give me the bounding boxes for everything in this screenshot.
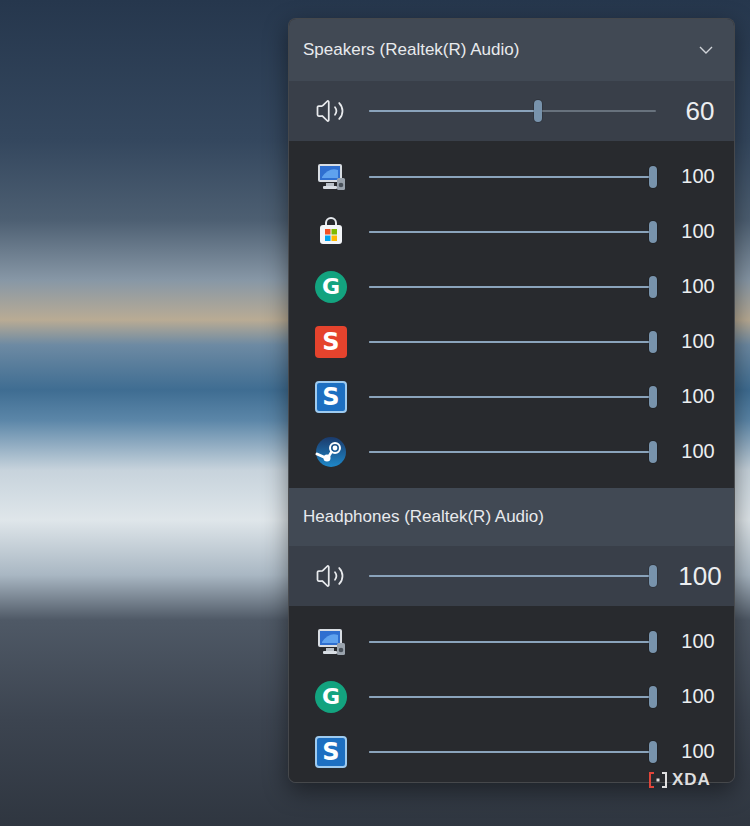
slider-thumb[interactable] [649, 276, 657, 298]
app-volume-slider[interactable] [369, 216, 656, 248]
slider-thumb[interactable] [649, 386, 657, 408]
app-volume-row: S 100 [289, 369, 734, 424]
slider-fill [369, 751, 656, 753]
slider-thumb[interactable] [649, 221, 657, 243]
app-volume-slider[interactable] [369, 326, 656, 358]
app-volume-row: 100 [289, 614, 734, 669]
slider-thumb[interactable] [649, 166, 657, 188]
app-volume-slider[interactable] [369, 626, 656, 658]
slider-thumb[interactable] [649, 741, 657, 763]
speaker-icon[interactable] [315, 96, 345, 126]
app-volume-row: S 100 [289, 314, 734, 369]
snagit-icon: S [315, 381, 347, 413]
slider-fill [369, 696, 656, 698]
app-volume-slider[interactable] [369, 381, 656, 413]
app-volume-value: 100 [656, 165, 735, 188]
slider-fill [369, 641, 656, 643]
slider-thumb[interactable] [534, 100, 542, 122]
app-volume-slider[interactable] [369, 271, 656, 303]
slider-fill [369, 231, 656, 233]
store-icon [315, 216, 347, 248]
slider-thumb[interactable] [649, 441, 657, 463]
app-volume-value: 100 [656, 275, 735, 298]
slider-fill [369, 341, 656, 343]
app-volume-row: 100 [289, 149, 734, 204]
slider-thumb[interactable] [649, 631, 657, 653]
system-sounds-icon [315, 626, 347, 658]
speaker-icon[interactable] [315, 561, 345, 591]
app-volume-row: 100 [289, 204, 734, 259]
app-volume-slider[interactable] [369, 736, 656, 768]
app-volume-value: 100 [656, 630, 735, 653]
snagit-icon: S [315, 736, 347, 768]
watermark-text: XDA [672, 770, 711, 790]
app-volume-value: 100 [656, 220, 735, 243]
master-volume-value: 60 [656, 96, 735, 127]
slider-fill [369, 176, 656, 178]
master-volume-row: 100 [289, 546, 734, 606]
app-volume-slider[interactable] [369, 436, 656, 468]
app-volume-row: G 100 [289, 259, 734, 314]
slider-fill [369, 396, 656, 398]
device-header[interactable]: Headphones (Realtek(R) Audio) [289, 488, 734, 546]
slider-fill [369, 286, 656, 288]
chevron-down-icon[interactable] [698, 42, 714, 58]
app-volume-value: 100 [656, 440, 735, 463]
app-volume-value: 100 [656, 740, 735, 763]
slider-fill [369, 575, 656, 577]
app-volume-value: 100 [656, 330, 735, 353]
slider-thumb[interactable] [649, 565, 657, 587]
master-volume-slider[interactable] [369, 95, 656, 127]
slider-thumb[interactable] [649, 331, 657, 353]
volume-mixer-flyout: Speakers (Realtek(R) Audio)60100100G100S… [288, 18, 735, 783]
app-volume-list: 100 100 G 100 S 100 S 100 100 [289, 141, 734, 488]
app-volume-list: 100 G 100 S 100 [289, 606, 734, 783]
device-header[interactable]: Speakers (Realtek(R) Audio) [289, 19, 734, 81]
xda-bracket-icon [648, 771, 668, 789]
device-name: Speakers (Realtek(R) Audio) [303, 40, 519, 60]
app-volume-row: G 100 [289, 669, 734, 724]
app-volume-value: 100 [656, 385, 735, 408]
master-volume-row: 60 [289, 81, 734, 141]
system-sounds-icon [315, 161, 347, 193]
app-volume-slider[interactable] [369, 681, 656, 713]
app-volume-row: S 100 [289, 724, 734, 779]
app-volume-value: 100 [656, 685, 735, 708]
steam-icon [315, 436, 347, 468]
app-volume-row: 100 [289, 424, 734, 479]
grammarly-icon: G [315, 271, 347, 303]
device-name: Headphones (Realtek(R) Audio) [303, 507, 544, 527]
grammarly-icon: G [315, 681, 347, 713]
slider-fill [369, 451, 656, 453]
slider-fill [369, 110, 541, 112]
master-volume-value: 100 [656, 561, 735, 592]
watermark: XDA [648, 770, 711, 790]
snagit-editor-icon: S [315, 326, 347, 358]
app-volume-slider[interactable] [369, 161, 656, 193]
desktop: Speakers (Realtek(R) Audio)60100100G100S… [0, 0, 750, 826]
slider-thumb[interactable] [649, 686, 657, 708]
master-volume-slider[interactable] [369, 560, 656, 592]
